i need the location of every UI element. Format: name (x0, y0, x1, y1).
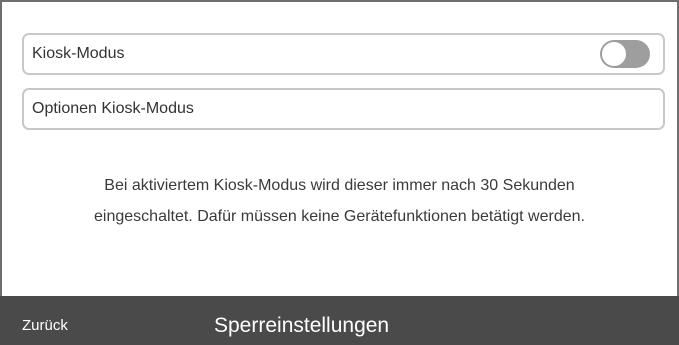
description-line-1: Bei aktiviertem Kiosk-Modus wird dieser … (104, 177, 575, 194)
kiosk-mode-description: Bei aktiviertem Kiosk-Modus wird dieser … (0, 170, 679, 232)
toggle-knob (602, 42, 626, 66)
kiosk-mode-row: Kiosk-Modus (22, 33, 665, 75)
kiosk-options-button[interactable]: Optionen Kiosk-Modus (22, 88, 665, 130)
kiosk-options-label: Optionen Kiosk-Modus (32, 100, 194, 117)
kiosk-mode-label: Kiosk-Modus (32, 45, 125, 62)
page-title: Sperreinstellungen (214, 314, 390, 337)
back-button[interactable]: Zurück (22, 317, 68, 334)
description-line-2: eingeschaltet. Dafür müssen keine Geräte… (94, 208, 585, 225)
kiosk-mode-toggle[interactable] (600, 40, 650, 68)
footer-bar: Zurück Sperreinstellungen (0, 296, 679, 345)
